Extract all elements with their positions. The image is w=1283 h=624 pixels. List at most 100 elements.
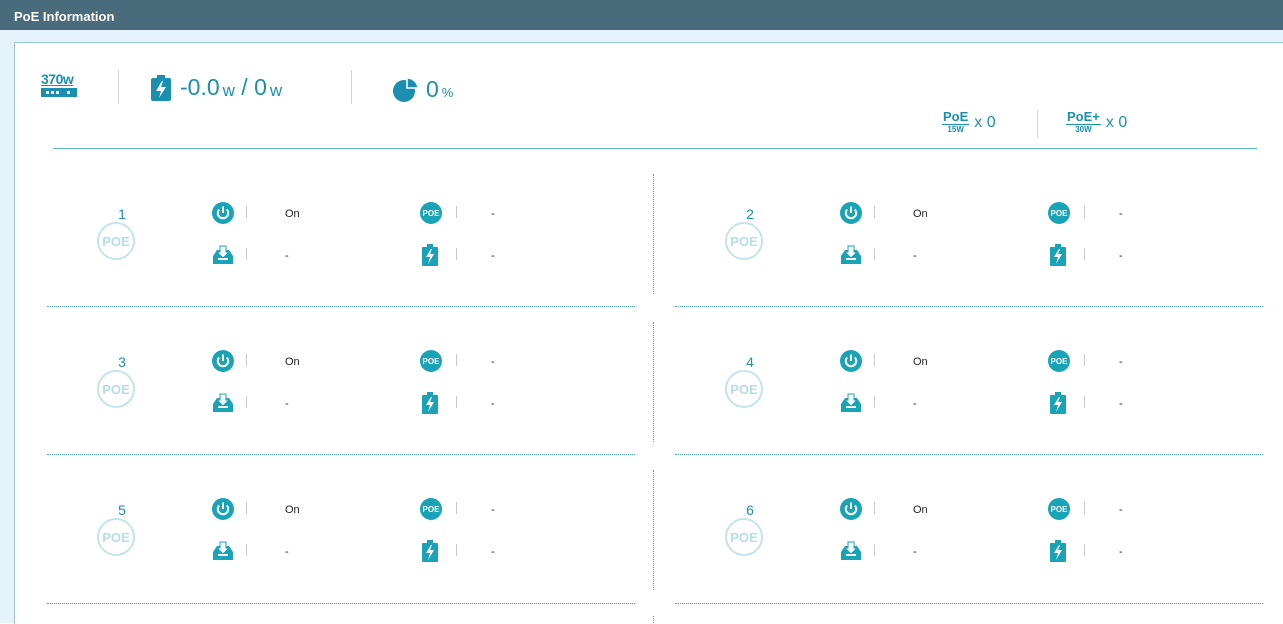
port-status-value: On [913, 356, 928, 368]
grid-divider [653, 616, 654, 623]
poe-count: PoE 15W x 0 [942, 110, 996, 135]
poe-icon-label: POE [1050, 504, 1068, 514]
port-card: 1 POE On POE - - - [57, 196, 657, 296]
poe-icon: POE [419, 350, 442, 372]
power-icon [840, 350, 862, 372]
budget-label: 370w [41, 71, 74, 87]
power-percentage: 0 % [392, 76, 453, 103]
separator-tick [246, 396, 247, 408]
inbox-download-icon [840, 392, 862, 414]
port-poe-value: - [1119, 356, 1123, 368]
power-value: -0.0 [180, 74, 220, 100]
separator-tick [874, 248, 875, 260]
power-icon [840, 498, 862, 520]
separator-tick [874, 396, 875, 408]
inbox-download-icon [212, 540, 234, 562]
separator-tick [456, 396, 457, 408]
power-icon [840, 202, 862, 224]
port-power-value: - [491, 398, 495, 410]
separator-tick [874, 354, 875, 366]
poe-icon: POE [419, 498, 442, 520]
poe-port-badge: POE [97, 222, 135, 260]
separator-tick [246, 502, 247, 514]
window-title: PoE Information [14, 9, 115, 24]
poe-icon: POE [1047, 202, 1070, 224]
port-class-value: - [913, 250, 917, 262]
port-number: 4 [746, 354, 754, 370]
grid-divider [675, 603, 1263, 604]
poe-icon-label: POE [422, 356, 440, 366]
separator-tick [1084, 544, 1085, 556]
poe-icon-label: POE [422, 504, 440, 514]
separator-tick [1084, 248, 1085, 260]
port-card: 6 POE On POE - - - [685, 492, 1283, 592]
poe-port-badge: POE [725, 518, 763, 556]
power-usage: -0.0 w / 0 w [150, 74, 282, 101]
port-poe-value: - [1119, 208, 1123, 220]
poe-icon-label: POE [1050, 208, 1068, 218]
poe-count-value: x 0 [974, 113, 996, 131]
percent-value: 0 [426, 76, 439, 102]
summary-divider-line [53, 148, 1257, 149]
power-separator: / [234, 74, 255, 100]
port-class-value: - [285, 398, 289, 410]
port-poe-value: - [491, 208, 495, 220]
grid-divider [47, 454, 635, 455]
poe-icon-label: POE [422, 208, 440, 218]
poeplus-class-icon: PoE+ 30W [1066, 109, 1101, 134]
separator-tick [456, 206, 457, 218]
port-class-value: - [913, 546, 917, 558]
power-icon [212, 350, 234, 372]
grid-divider [47, 603, 635, 604]
battery-bolt-icon [421, 392, 443, 414]
poeplus-count-value: x 0 [1105, 113, 1128, 131]
port-class-value: - [913, 398, 917, 410]
port-card: 4 POE On POE - - - [685, 344, 1283, 444]
battery-bolt-icon [151, 74, 171, 101]
summary-divider [118, 70, 119, 104]
port-poe-value: - [491, 356, 495, 368]
title-bar: PoE Information [0, 0, 1283, 30]
inbox-download-icon [840, 540, 862, 562]
poe-icon: POE [419, 202, 442, 224]
poe-class-icon: PoE 15W [942, 109, 970, 134]
poe-port-badge: POE [97, 518, 135, 556]
port-status-value: On [913, 504, 928, 516]
separator-tick [246, 354, 247, 366]
pie-chart-icon [393, 76, 419, 102]
power-total: 0 [254, 74, 267, 100]
port-poe-value: - [491, 504, 495, 516]
separator-tick [246, 544, 247, 556]
separator-tick [1084, 396, 1085, 408]
port-power-value: - [1119, 398, 1123, 410]
port-status-value: On [285, 356, 300, 368]
power-total-unit: w [269, 80, 283, 100]
poe-port-badge: POE [97, 370, 135, 408]
grid-divider [675, 306, 1263, 307]
port-power-value: - [491, 546, 495, 558]
separator-tick [456, 502, 457, 514]
port-power-value: - [1119, 546, 1123, 558]
inbox-download-icon [212, 244, 234, 266]
port-status-value: On [913, 208, 928, 220]
power-unit: w [222, 80, 235, 100]
port-card: 2 POE On POE - - - [685, 196, 1283, 296]
port-number: 3 [118, 354, 126, 370]
battery-bolt-icon [421, 244, 443, 266]
percent-unit: % [441, 85, 454, 100]
port-number: 1 [118, 206, 126, 222]
separator-tick [874, 544, 875, 556]
left-band [0, 30, 14, 623]
separator-tick [874, 206, 875, 218]
battery-bolt-icon [1049, 244, 1071, 266]
port-status-value: On [285, 208, 300, 220]
separator-tick [874, 502, 875, 514]
port-card: 5 POE On POE - - - [57, 492, 657, 592]
summary-divider [1037, 110, 1038, 138]
port-number: 5 [118, 502, 126, 518]
battery-bolt-icon [1049, 540, 1071, 562]
port-number: 2 [746, 206, 754, 222]
poe-icon: POE [1047, 498, 1070, 520]
inbox-download-icon [840, 244, 862, 266]
separator-tick [246, 248, 247, 260]
